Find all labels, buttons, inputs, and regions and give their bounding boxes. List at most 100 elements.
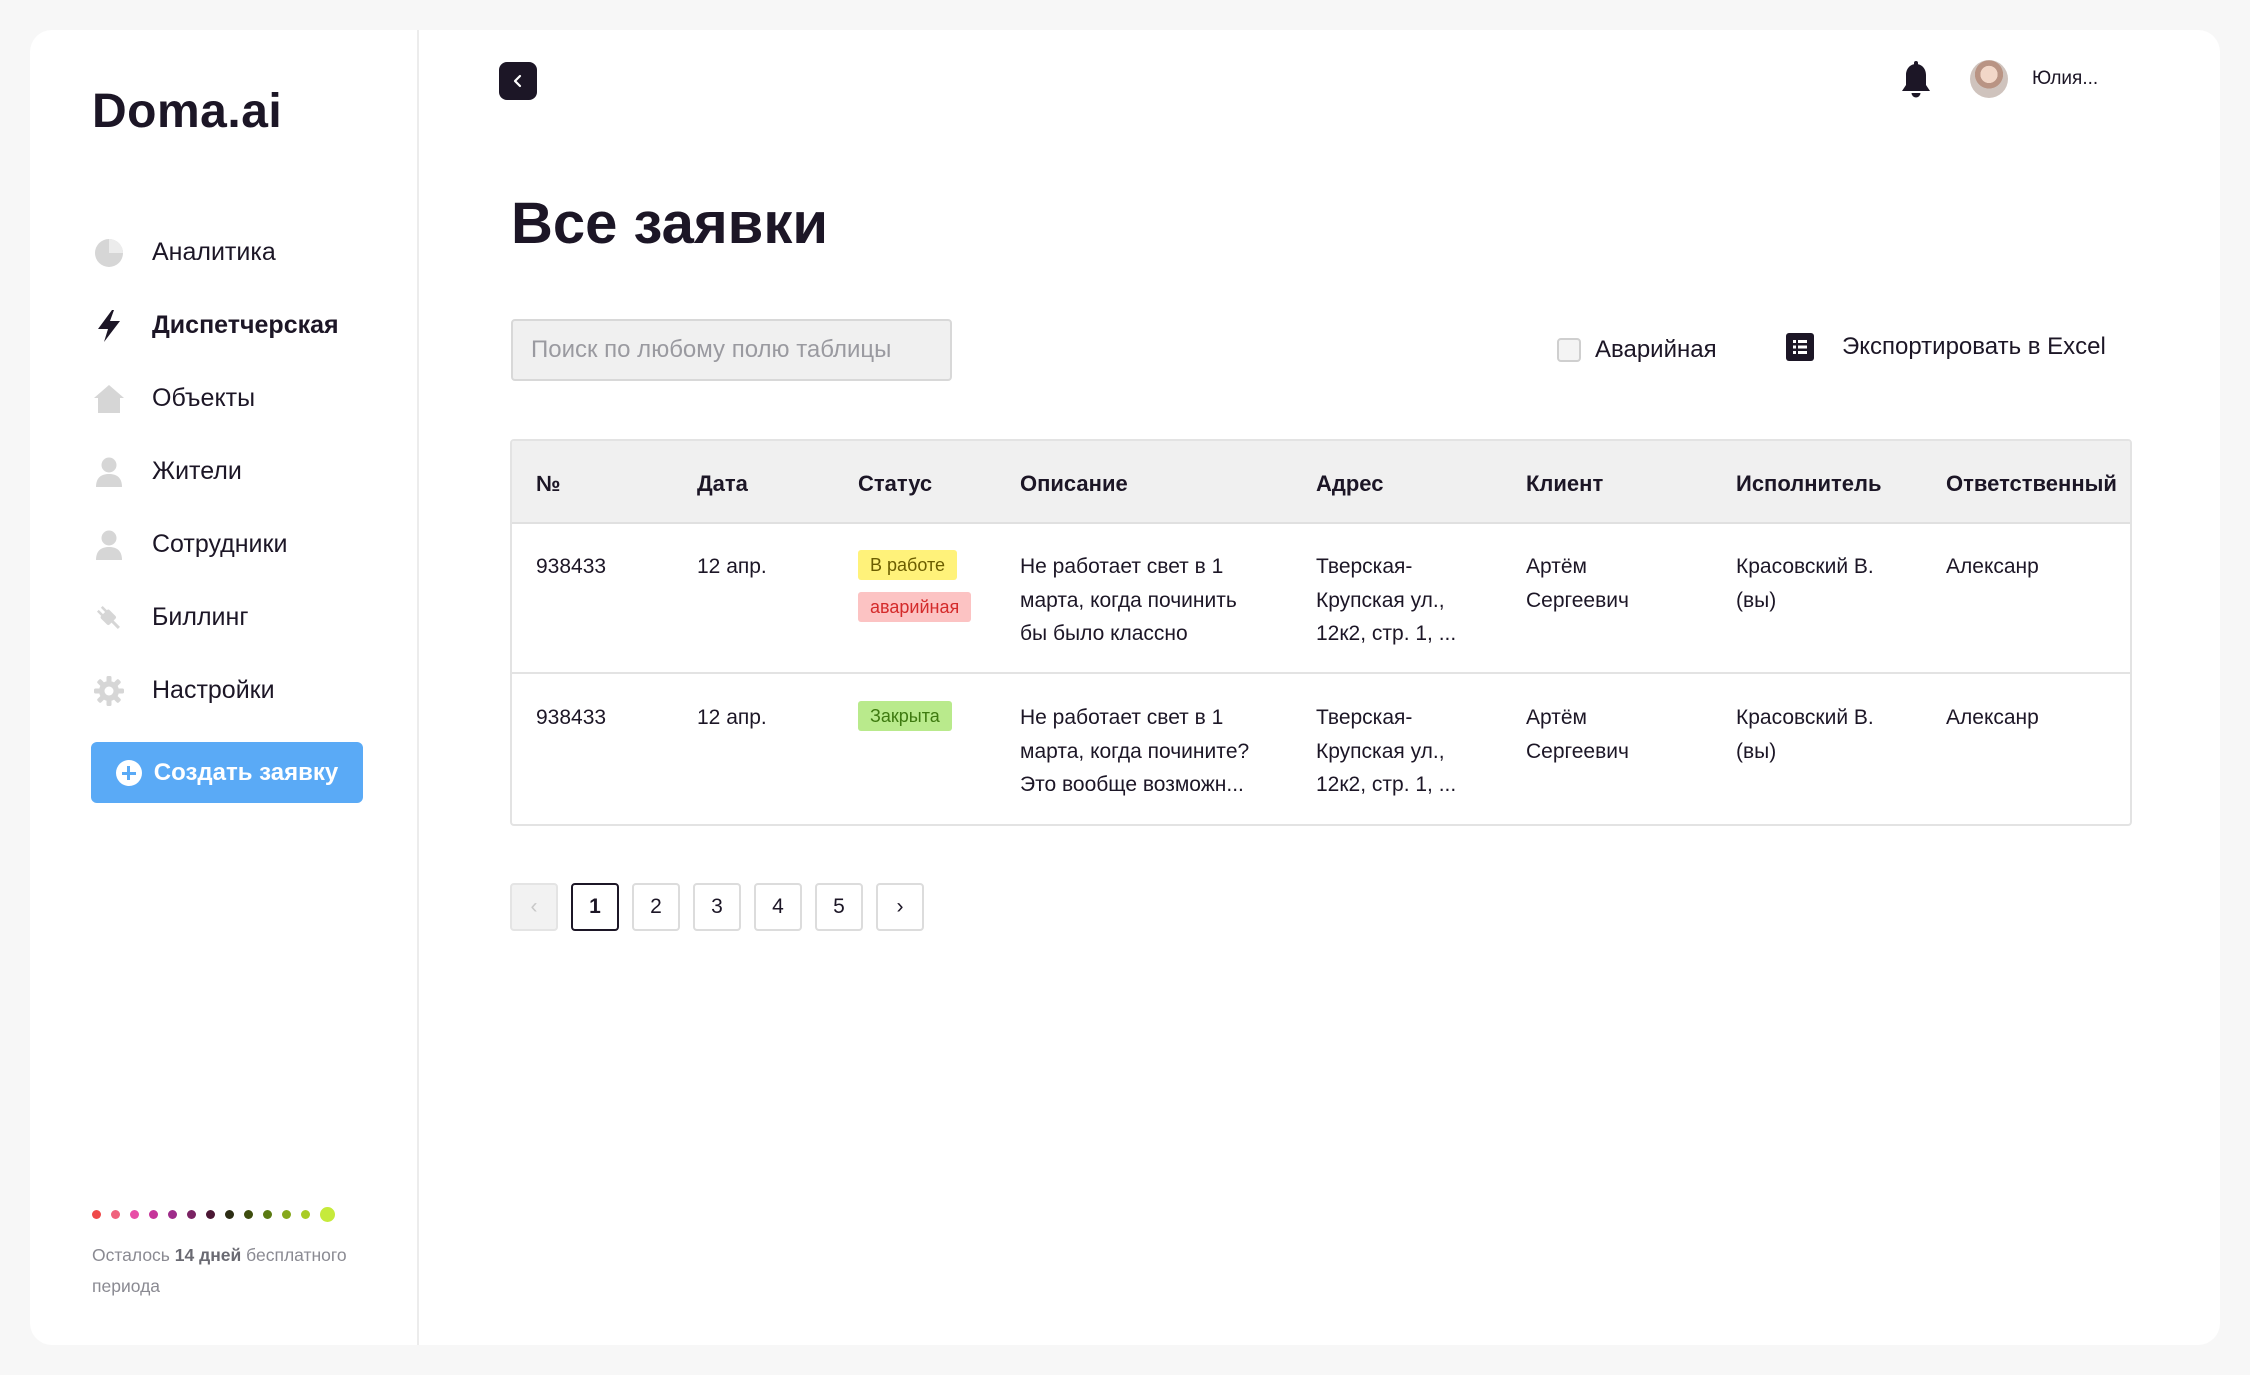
column-header-responsible[interactable]: Ответственный bbox=[1946, 471, 2117, 497]
sidebar-item-label: Сотрудники bbox=[152, 530, 288, 558]
sidebar-item-label: Объекты bbox=[152, 384, 256, 412]
cell-date: 12 апр. bbox=[697, 555, 767, 578]
cell-address: Тверская- Крупская ул., 12к2, стр. 1, ..… bbox=[1316, 550, 1456, 651]
executor-line: Красовский В. bbox=[1736, 706, 1874, 729]
cell-executor: Красовский В. (вы) bbox=[1736, 550, 1874, 617]
progress-dot bbox=[111, 1210, 120, 1219]
sidebar-item-label: Жители bbox=[152, 457, 242, 485]
page-button-2[interactable]: 2 bbox=[632, 883, 680, 931]
pagination: ‹ 1 2 3 4 5 › bbox=[510, 883, 924, 931]
description-line: марта, когда починить bbox=[1020, 588, 1237, 612]
user-name[interactable]: Юлия... bbox=[2032, 68, 2098, 90]
progress-dot bbox=[130, 1210, 139, 1219]
table-row[interactable]: 938433 12 апр. Закрыта Не работает свет … bbox=[512, 675, 2130, 824]
cell-client: Артём Сергеевич bbox=[1526, 550, 1629, 617]
progress-dot bbox=[282, 1210, 291, 1219]
chevron-left-icon: ‹ bbox=[530, 895, 538, 918]
logo: Doma.ai bbox=[92, 85, 283, 138]
page-button-5[interactable]: 5 bbox=[815, 883, 863, 931]
plug-icon bbox=[92, 601, 126, 635]
column-header-executor[interactable]: Исполнитель bbox=[1736, 471, 1882, 497]
cell-number: 938433 bbox=[536, 706, 607, 729]
create-request-label: Создать заявку bbox=[153, 758, 339, 786]
client-line: Сергеевич bbox=[1526, 739, 1629, 763]
status-badge: Закрыта bbox=[858, 701, 952, 731]
column-header-status[interactable]: Статус bbox=[858, 471, 932, 497]
cell-status: Закрыта bbox=[858, 699, 952, 731]
progress-dot bbox=[187, 1210, 196, 1219]
client-line: Артём bbox=[1526, 706, 1587, 729]
prev-page-button[interactable]: ‹ bbox=[510, 883, 558, 931]
sidebar-item-label: Биллинг bbox=[152, 603, 249, 631]
sidebar-item-label: Аналитика bbox=[152, 238, 276, 266]
sidebar-item-label: Диспетчерская bbox=[152, 311, 339, 339]
progress-dot bbox=[225, 1210, 234, 1219]
emergency-checkbox[interactable] bbox=[1557, 338, 1581, 362]
sidebar-item-residents[interactable]: Жители bbox=[92, 435, 339, 508]
sidebar-item-settings[interactable]: Настройки bbox=[92, 654, 339, 727]
sidebar-item-billing[interactable]: Биллинг bbox=[92, 581, 339, 654]
progress-dot bbox=[149, 1210, 158, 1219]
plus-circle-icon bbox=[115, 759, 142, 786]
trial-prefix: Осталось bbox=[92, 1245, 175, 1265]
lightning-icon bbox=[92, 309, 126, 343]
sidebar-item-analytics[interactable]: Аналитика bbox=[92, 216, 339, 289]
emergency-label: Аварийная bbox=[1595, 336, 1717, 363]
page-button-3[interactable]: 3 bbox=[693, 883, 741, 931]
progress-dot bbox=[92, 1210, 101, 1219]
progress-dot bbox=[206, 1210, 215, 1219]
column-header-address[interactable]: Адрес bbox=[1316, 471, 1383, 497]
emergency-badge: аварийная bbox=[858, 592, 972, 622]
description-line: Это вообще возможн... bbox=[1020, 773, 1244, 796]
cell-number: 938433 bbox=[536, 555, 607, 578]
page-button-1[interactable]: 1 bbox=[571, 883, 619, 931]
column-header-number[interactable]: № bbox=[536, 471, 561, 497]
home-icon bbox=[92, 382, 126, 416]
address-line: Крупская ул., bbox=[1316, 588, 1445, 612]
sidebar-item-employees[interactable]: Сотрудники bbox=[92, 508, 339, 581]
trial-notice: Осталось 14 дней бесплатного периода bbox=[92, 1240, 382, 1302]
trial-days: 14 дней bbox=[174, 1245, 242, 1265]
cell-responsible: Алексанр bbox=[1946, 555, 2039, 578]
search-input[interactable] bbox=[511, 319, 952, 381]
sidebar: Doma.ai Аналитика Диспетчерская Объекты bbox=[30, 30, 419, 1345]
table-row[interactable]: 938433 12 апр. В работе аварийная Не раб… bbox=[512, 524, 2130, 674]
address-line: 12к2, стр. 1, ... bbox=[1316, 773, 1457, 796]
cell-description: Не работает свет в 1 марта, когда почини… bbox=[1020, 701, 1249, 802]
export-excel-label: Экспортировать в Excel bbox=[1842, 333, 2106, 360]
page-title: Все заявки bbox=[511, 191, 829, 256]
next-page-button[interactable]: › bbox=[876, 883, 924, 931]
executor-line: Красовский В. bbox=[1736, 555, 1874, 578]
chevron-left-icon bbox=[513, 74, 522, 88]
sidebar-item-objects[interactable]: Объекты bbox=[92, 362, 339, 435]
bell-icon bbox=[1902, 61, 1930, 98]
main-content: Юлия... Все заявки Аварийная Экспортиров… bbox=[421, 30, 2220, 1345]
description-line: бы было классно bbox=[1020, 622, 1188, 645]
sidebar-nav: Аналитика Диспетчерская Объекты Жители С… bbox=[92, 216, 339, 727]
status-badge: В работе bbox=[858, 550, 958, 580]
export-excel-button[interactable]: Экспортировать в Excel bbox=[1786, 333, 2106, 361]
cell-client: Артём Сергеевич bbox=[1526, 701, 1629, 768]
progress-dot bbox=[320, 1207, 335, 1222]
description-line: Не работает свет в 1 bbox=[1020, 555, 1224, 578]
description-line: Не работает свет в 1 bbox=[1020, 706, 1224, 729]
emergency-filter[interactable]: Аварийная bbox=[1557, 336, 1717, 364]
cell-address: Тверская- Крупская ул., 12к2, стр. 1, ..… bbox=[1316, 701, 1456, 802]
column-header-date[interactable]: Дата bbox=[697, 471, 748, 497]
app-window: Doma.ai Аналитика Диспетчерская Объекты bbox=[30, 30, 2220, 1345]
sidebar-item-dispatch[interactable]: Диспетчерская bbox=[92, 289, 339, 362]
address-line: Тверская- bbox=[1316, 555, 1413, 578]
column-header-client[interactable]: Клиент bbox=[1526, 471, 1603, 497]
trial-progress-dots bbox=[92, 1207, 335, 1222]
progress-dot bbox=[301, 1210, 310, 1219]
list-icon bbox=[1786, 333, 1814, 361]
notifications-button[interactable] bbox=[1899, 60, 1933, 100]
column-header-description[interactable]: Описание bbox=[1020, 471, 1128, 497]
address-line: Тверская- bbox=[1316, 706, 1413, 729]
page-button-4[interactable]: 4 bbox=[754, 883, 802, 931]
create-request-button[interactable]: Создать заявку bbox=[91, 742, 363, 803]
cell-status: В работе аварийная bbox=[858, 548, 972, 622]
cell-executor: Красовский В. (вы) bbox=[1736, 701, 1874, 768]
avatar[interactable] bbox=[1970, 60, 2008, 98]
collapse-sidebar-button[interactable] bbox=[499, 62, 537, 100]
